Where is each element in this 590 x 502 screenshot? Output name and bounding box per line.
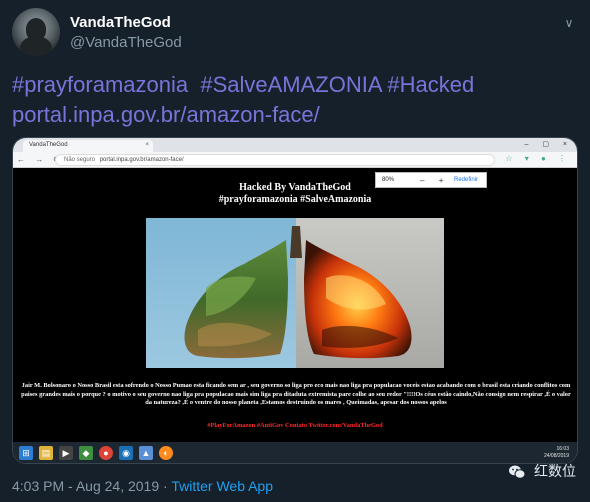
tweet-media-image[interactable]: VandaTheGod × – ▢ × ← → ⟳ Não seguro por…: [12, 137, 578, 464]
tweet-timestamp: 4:03 PM - Aug 24, 2019 · Twitter Web App: [12, 478, 274, 494]
tweet-source-app[interactable]: Twitter Web App: [171, 478, 273, 494]
browser-tab-title: VandaTheGod: [29, 142, 68, 148]
window-controls[interactable]: – ▢ ×: [525, 140, 573, 148]
wechat-icon: [509, 465, 526, 479]
app-icon[interactable]: ◆: [79, 446, 93, 460]
page-title: Hacked By VandaTheGod: [239, 182, 351, 193]
clock-date: 24/08/2019: [543, 453, 569, 459]
zoom-out-button[interactable]: –: [420, 176, 430, 185]
windows-start-icon[interactable]: ⊞: [19, 446, 33, 460]
app-icon-3[interactable]: ▲: [139, 446, 153, 460]
file-explorer-icon[interactable]: ▤: [39, 446, 53, 460]
zoom-value: 80%: [382, 177, 395, 183]
hacker-message: Jair M. Bolsonaro o Nosso Brasil esta so…: [21, 382, 571, 407]
hashtag-prayforamazonia[interactable]: #prayforamazonia: [12, 72, 188, 97]
timestamp-separator: ·: [163, 478, 168, 494]
watermark-label: 红数位: [534, 463, 576, 479]
chevron-down-icon[interactable]: ∨: [562, 16, 576, 30]
zoom-reset-button[interactable]: Redefinir: [454, 177, 478, 183]
zoom-in-button[interactable]: +: [439, 176, 450, 185]
extension-icons[interactable]: ☆ ▾ ● ⋮: [505, 154, 571, 163]
app-icon-2[interactable]: ◉: [119, 446, 133, 460]
close-icon[interactable]: ×: [145, 142, 149, 148]
chrome-icon[interactable]: ●: [99, 446, 113, 460]
hashtag-salveamazonia[interactable]: #SalveAMAZONIA: [200, 72, 381, 97]
not-secure-label: Não seguro: [64, 157, 96, 163]
taskbar-clock[interactable]: 16:03 24/08/2019: [544, 446, 569, 460]
firefox-icon[interactable]: ◐: [159, 446, 173, 460]
clock-time: 16:03: [556, 446, 569, 452]
browser-tab[interactable]: VandaTheGod ×: [23, 140, 153, 152]
tweet-date[interactable]: Aug 24, 2019: [76, 478, 159, 494]
defaced-page: Hacked By VandaTheGod #prayforamazonia #…: [13, 168, 577, 448]
display-name[interactable]: VandaTheGod: [70, 14, 171, 31]
tweet-text: #prayforamazonia #SalveAMAZONIA #Hacked …: [12, 70, 582, 130]
hacker-contact-line: #PlayForAmazon #AntiGov Contato Twitter.…: [207, 422, 383, 429]
tweet-link[interactable]: portal.inpa.gov.br/amazon-face/: [12, 102, 320, 127]
media-player-icon[interactable]: ▶: [59, 446, 73, 460]
address-url: portal.inpa.gov.br/amazon-face/: [99, 157, 184, 163]
zoom-popup: 80% – + Redefinir: [375, 172, 487, 188]
page-hashtags: #prayforamazonia #SalveAmazonia: [218, 194, 372, 205]
browser-toolbar: ← → ⟳ Não seguro portal.inpa.gov.br/amaz…: [13, 152, 577, 168]
tweet-time[interactable]: 4:03 PM: [12, 478, 64, 494]
browser-tabbar: VandaTheGod × – ▢ ×: [13, 138, 577, 152]
address-bar[interactable]: Não seguro portal.inpa.gov.br/amazon-fac…: [55, 154, 495, 166]
windows-taskbar: ⊞ ▤ ▶ ◆ ● ◉ ▲ ◐ 16:03 24/08/2019: [13, 442, 577, 463]
user-handle[interactable]: @VandaTheGod: [70, 34, 182, 51]
avatar[interactable]: [12, 8, 60, 56]
hashtag-hacked[interactable]: #Hacked: [387, 72, 474, 97]
tweet-header: VandaTheGod @VandaTheGod ∨: [12, 8, 580, 58]
watermark: 红数位: [508, 461, 576, 481]
burning-lungs-image: [146, 218, 444, 368]
